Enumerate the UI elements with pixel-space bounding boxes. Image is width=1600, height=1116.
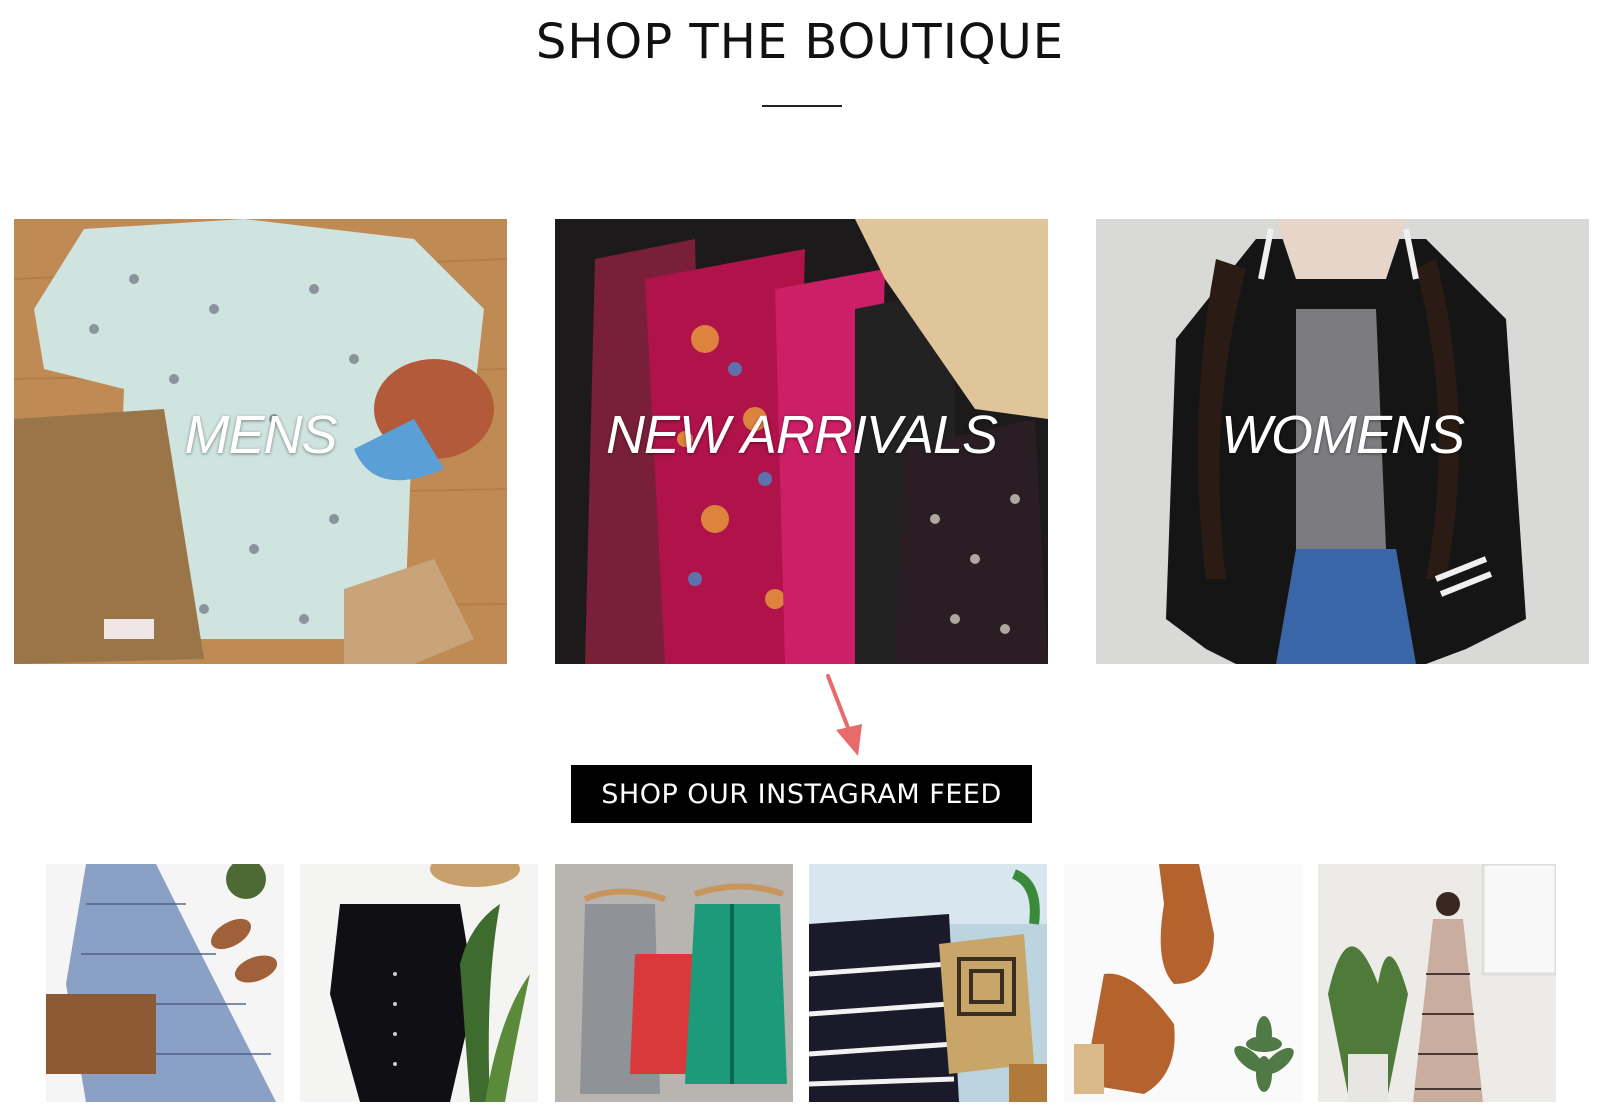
category-label-new-arrivals: NEW ARRIVALS [605, 405, 998, 465]
arrow-down-icon [826, 674, 862, 756]
instagram-post-image [1064, 864, 1302, 1102]
instagram-post-image [46, 864, 284, 1102]
category-tile-womens[interactable]: WOMENS [1096, 219, 1589, 664]
category-tile-new-arrivals[interactable]: NEW ARRIVALS [555, 219, 1048, 664]
instagram-post-image [300, 864, 538, 1102]
shop-instagram-button[interactable]: SHOP OUR INSTAGRAM FEED [571, 765, 1032, 823]
category-label-mens: MENS [184, 405, 337, 465]
instagram-post[interactable] [1318, 864, 1556, 1102]
instagram-post-image [809, 864, 1047, 1102]
category-label-womens: WOMENS [1221, 405, 1465, 465]
instagram-post[interactable] [555, 864, 793, 1102]
instagram-post[interactable] [809, 864, 1047, 1102]
title-divider [762, 105, 842, 107]
page-title: SHOP THE BOUTIQUE [535, 14, 1065, 70]
instagram-post[interactable] [300, 864, 538, 1102]
instagram-post[interactable] [46, 864, 284, 1102]
instagram-post-image [1318, 864, 1556, 1102]
instagram-post[interactable] [1064, 864, 1302, 1102]
category-tile-mens[interactable]: MENS [14, 219, 507, 664]
instagram-post-image [555, 864, 793, 1102]
